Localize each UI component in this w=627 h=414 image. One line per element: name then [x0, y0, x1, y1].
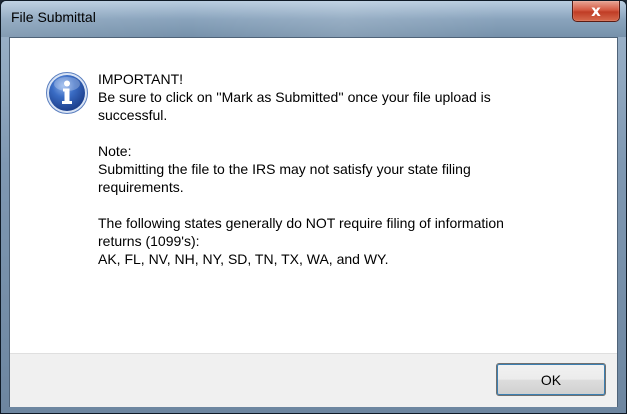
note-section: Note: Submitting the file to the IRS may… — [98, 142, 598, 196]
note-heading: Note: — [98, 143, 132, 159]
close-icon: x — [591, 2, 601, 20]
states-line: returns (1099's): — [98, 233, 200, 249]
important-line: successful. — [98, 107, 168, 123]
states-section: The following states generally do NOT re… — [98, 214, 598, 268]
button-bar: OK — [10, 353, 617, 407]
message-panel: IMPORTANT! Be sure to click on ''Mark as… — [10, 38, 617, 353]
window-title: File Submittal — [11, 9, 96, 25]
title-bar[interactable]: File Submittal x — [1, 1, 626, 37]
message-text: IMPORTANT! Be sure to click on ''Mark as… — [98, 70, 598, 286]
states-list: AK, FL, NV, NH, NY, SD, TN, TX, WA, and … — [98, 251, 389, 267]
note-line: requirements. — [98, 179, 184, 195]
states-line: The following states generally do NOT re… — [98, 215, 504, 231]
important-heading: IMPORTANT! — [98, 71, 184, 87]
info-icon — [46, 72, 88, 114]
important-line: Be sure to click on ''Mark as Submitted'… — [98, 89, 491, 105]
ok-button[interactable]: OK — [496, 363, 606, 396]
important-section: IMPORTANT! Be sure to click on ''Mark as… — [98, 70, 598, 124]
close-button[interactable]: x — [572, 1, 620, 22]
dialog-window: File Submittal x IMPORTANT! Be sure to c… — [0, 0, 627, 414]
note-line: Submitting the file to the IRS may not s… — [98, 161, 471, 177]
dialog-client-area: IMPORTANT! Be sure to click on ''Mark as… — [9, 37, 618, 407]
